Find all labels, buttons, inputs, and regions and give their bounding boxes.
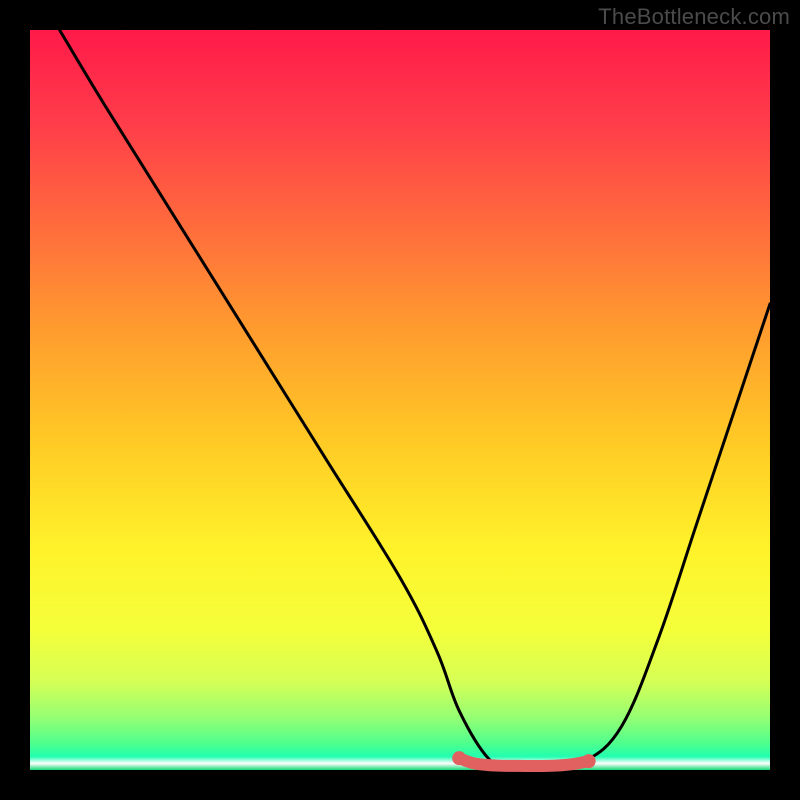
watermark-label: TheBottleneck.com <box>598 4 790 30</box>
flat-zone-start-dot <box>452 751 466 765</box>
chart-frame: TheBottleneck.com <box>0 0 800 800</box>
flat-zone-marker <box>459 758 589 766</box>
bottleneck-curve <box>60 30 770 767</box>
plot-area <box>30 30 770 770</box>
chart-svg <box>30 30 770 770</box>
flat-zone-end-dot <box>582 754 596 768</box>
